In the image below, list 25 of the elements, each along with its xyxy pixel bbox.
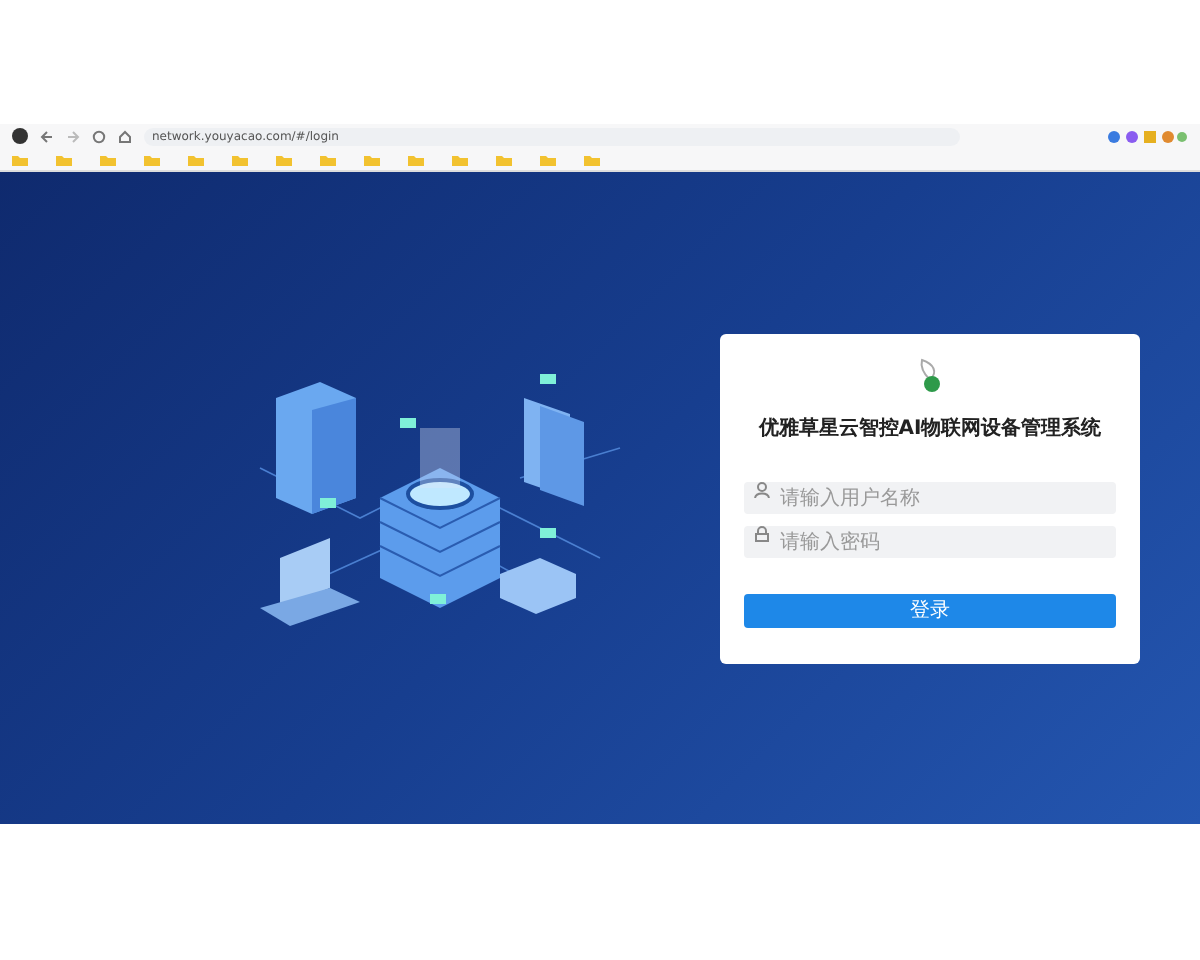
bookmark-folder-icon[interactable] xyxy=(276,153,292,165)
bookmark-folder-icon[interactable] xyxy=(188,153,204,165)
bookmark-folder-icon[interactable] xyxy=(232,153,248,165)
bookmark-folder-icon[interactable] xyxy=(320,153,336,165)
bookmark-folder-icon[interactable] xyxy=(144,153,160,165)
home-icon[interactable] xyxy=(118,129,132,143)
forward-icon[interactable] xyxy=(66,129,80,143)
bookmark-folder-icon[interactable] xyxy=(100,153,116,165)
extensions-icon[interactable] xyxy=(1108,129,1188,143)
bookmark-folder-icon[interactable] xyxy=(540,153,556,165)
input-field[interactable]: 请输入用户名称 xyxy=(744,482,1116,514)
profile-avatar-icon[interactable] xyxy=(12,128,28,144)
leaf-logo-icon xyxy=(916,357,944,393)
back-icon[interactable] xyxy=(40,129,54,143)
bookmark-folder-icon[interactable] xyxy=(584,153,600,165)
bookmark-folder-icon[interactable] xyxy=(364,153,380,165)
bookmark-folder-icon[interactable] xyxy=(56,153,72,165)
reload-icon[interactable] xyxy=(92,129,106,143)
bookmark-folder-icon[interactable] xyxy=(12,153,28,165)
system-title: 优雅草星云智控AI物联网设备管理系统 xyxy=(758,415,1102,441)
bookmark-folder-icon[interactable] xyxy=(408,153,424,165)
bookmark-folder-icon[interactable] xyxy=(452,153,468,165)
bookmark-folder-icon[interactable] xyxy=(496,153,512,165)
login-button[interactable]: 登录 xyxy=(744,593,1116,627)
input-field[interactable]: 请输入密码 xyxy=(744,526,1116,558)
